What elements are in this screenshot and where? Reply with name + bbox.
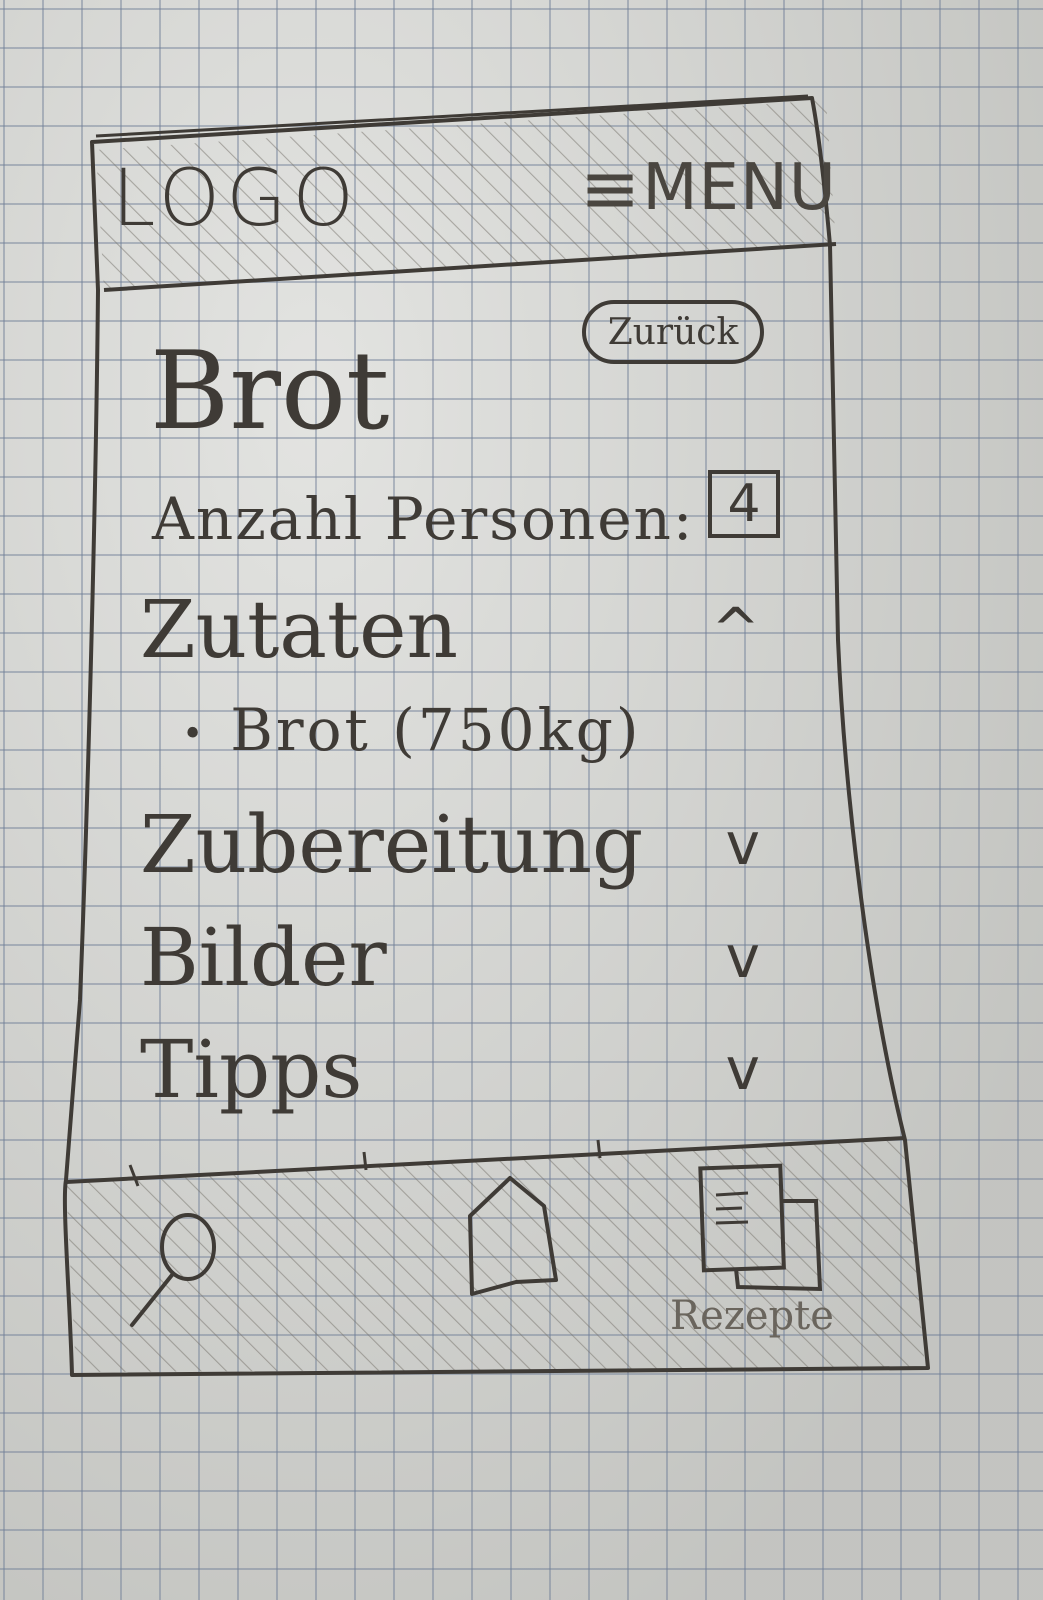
section-label: Bilder	[140, 911, 387, 1004]
recipe-book-icon	[698, 1163, 823, 1292]
section-zubereitung[interactable]: Zubereitung v	[140, 805, 760, 895]
chevron-up-icon[interactable]: ^	[711, 600, 760, 658]
section-bilder[interactable]: Bilder v	[140, 918, 760, 1008]
list-item: • Brot (750kg)	[182, 696, 641, 764]
persons-label: Anzahl Personen:	[152, 485, 695, 553]
section-zutaten[interactable]: Zutaten ^	[140, 590, 760, 680]
bullet-icon: •	[182, 714, 207, 756]
nav-recipes-label: Rezepte	[670, 1293, 834, 1339]
persons-count-input[interactable]	[708, 470, 780, 538]
menu-label: MENU	[642, 151, 837, 225]
page-title: Brot	[150, 329, 390, 454]
section-label: Zutaten	[140, 583, 458, 676]
nav-recipes-button[interactable]: Rezepte	[662, 1155, 852, 1345]
back-button[interactable]: Zurück	[582, 300, 764, 364]
chevron-down-icon[interactable]: v	[726, 1040, 760, 1098]
section-label: Zubereitung	[140, 798, 644, 891]
section-label: Tipps	[140, 1023, 363, 1116]
nav-search-button[interactable]	[120, 1205, 230, 1335]
ingredient-text: Brot (750kg)	[230, 696, 642, 764]
search-icon	[130, 1213, 216, 1327]
home-icon	[468, 1176, 558, 1296]
app-logo: LOGO	[112, 154, 360, 244]
chevron-down-icon[interactable]: v	[726, 815, 760, 873]
chevron-down-icon[interactable]: v	[726, 928, 760, 986]
nav-home-button[interactable]	[458, 1170, 568, 1300]
menu-button[interactable]: ≡ MENU	[580, 146, 837, 230]
hamburger-icon: ≡	[580, 146, 641, 230]
section-tipps[interactable]: Tipps v	[140, 1030, 760, 1120]
